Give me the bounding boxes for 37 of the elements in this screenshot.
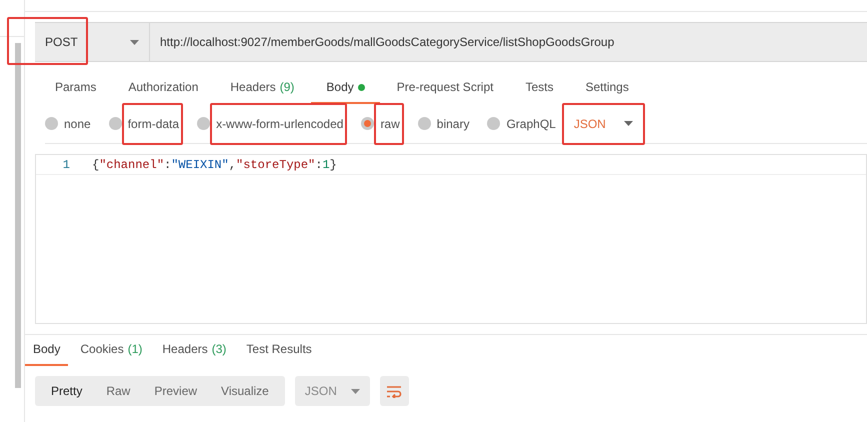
radio-button[interactable] xyxy=(45,117,58,130)
request-tab[interactable]: Authorization xyxy=(113,78,214,104)
wrap-lines-button[interactable] xyxy=(380,376,409,406)
radio-button[interactable] xyxy=(108,117,122,130)
request-tab[interactable]: Params xyxy=(40,78,112,104)
request-tab[interactable]: Pre-request Script xyxy=(382,78,508,104)
response-tab[interactable]: Cookies (1) xyxy=(72,340,150,366)
wrap-icon xyxy=(386,384,402,398)
line-number: 1 xyxy=(62,156,70,174)
url-field[interactable]: http://localhost:9027/memberGoods/mallGoodsCategoryService/listShopGoodsGroup xyxy=(150,23,867,61)
request-tab[interactable]: Tests xyxy=(510,78,568,104)
request-tab[interactable]: Body xyxy=(311,78,380,104)
body-type-label[interactable]: form-data xyxy=(128,114,180,132)
method-select[interactable]: POST xyxy=(35,23,150,61)
response-tab[interactable]: Headers (3) xyxy=(154,340,234,366)
request-tab[interactable]: Headers (9) xyxy=(215,78,310,104)
radio-button[interactable] xyxy=(197,117,210,130)
radio-button[interactable] xyxy=(418,117,431,130)
body-type-label[interactable]: raw xyxy=(380,114,400,132)
body-type-label[interactable]: none xyxy=(64,114,91,132)
radio-button[interactable] xyxy=(487,117,500,130)
body-type-label[interactable]: x-www-form-urlencoded xyxy=(216,114,344,132)
request-tab[interactable]: Settings xyxy=(570,78,644,104)
caret-icon xyxy=(130,40,139,44)
body-type-label[interactable]: binary xyxy=(436,114,470,132)
scrollbar[interactable] xyxy=(15,43,21,388)
caret-icon xyxy=(624,121,633,126)
view-mode-tab[interactable]: Preview xyxy=(142,379,210,403)
view-mode-tab[interactable]: Raw xyxy=(94,379,142,403)
radio-button[interactable] xyxy=(361,117,374,130)
code-line: {"channel":"WEIXIN","storeType":1} xyxy=(92,156,337,174)
response-tab[interactable]: Body xyxy=(25,340,68,366)
code-editor[interactable]: 1 {"channel":"WEIXIN","storeType":1} xyxy=(35,154,867,324)
view-mode-tab[interactable]: Visualize xyxy=(209,379,281,403)
body-type-label[interactable]: GraphQL xyxy=(506,114,556,132)
response-tab[interactable]: Test Results xyxy=(238,340,320,366)
caret-icon xyxy=(350,388,360,394)
